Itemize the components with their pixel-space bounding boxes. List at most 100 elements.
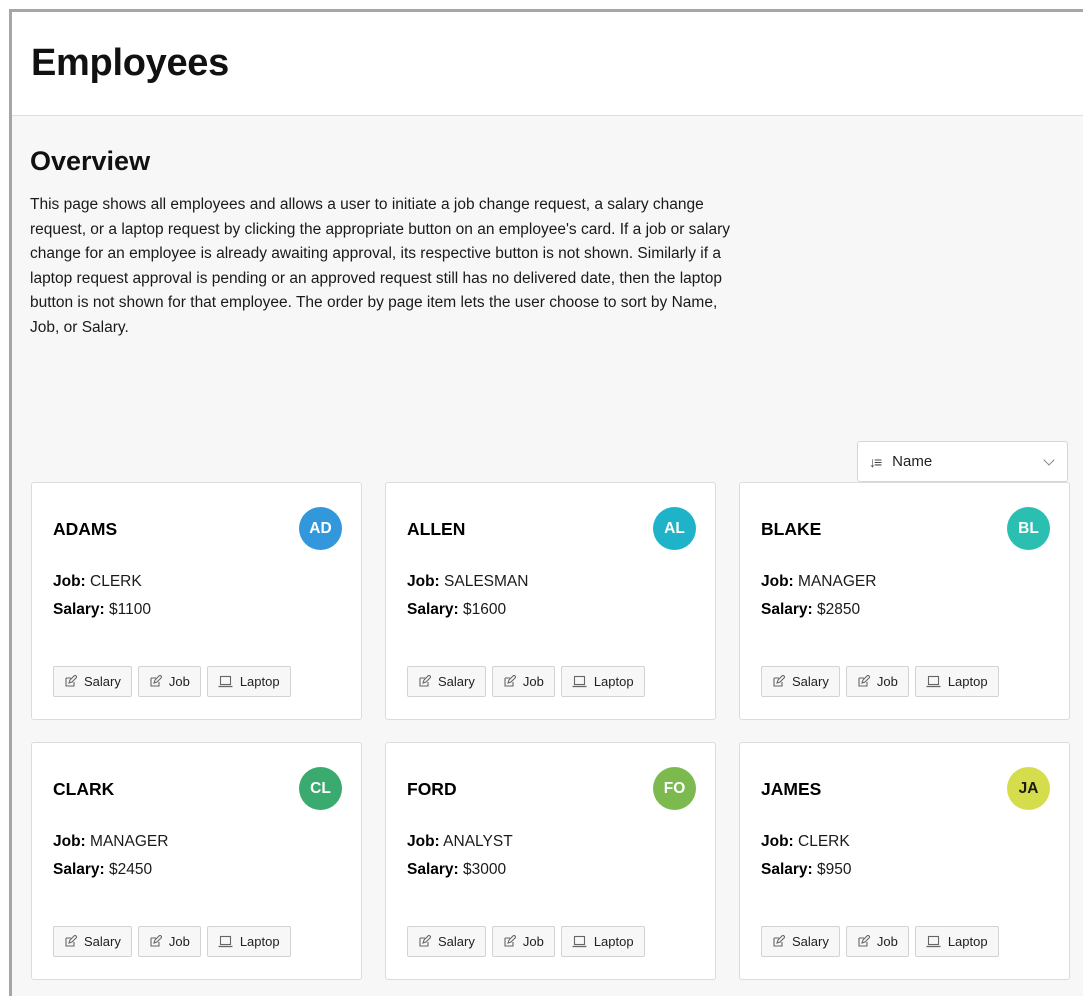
salary-change-button[interactable]: Salary [53, 666, 132, 697]
card-actions: Salary Job Laptop [407, 666, 645, 697]
order-by-select[interactable]: ↓≡ Name [857, 441, 1068, 482]
edit-icon [503, 675, 516, 688]
job-label: Job: [53, 833, 86, 850]
edit-icon [149, 935, 162, 948]
card-actions: Salary Job Laptop [761, 926, 999, 957]
job-change-button[interactable]: Job [845, 666, 909, 697]
edit-icon [772, 935, 785, 948]
laptop-request-button[interactable]: Laptop [206, 666, 291, 697]
page-frame: Employees Overview This page shows all e… [9, 9, 1083, 996]
job-value: CLERK [798, 833, 850, 850]
avatar: AD [299, 507, 342, 550]
job-line: Job: ANALYST [407, 833, 513, 851]
job-label: Job: [761, 573, 794, 590]
salary-value: $1600 [463, 601, 507, 618]
employee-name: ADAMS [53, 519, 118, 539]
employee-name: CLARK [53, 779, 115, 799]
salary-line: Salary: $950 [761, 861, 852, 879]
employee-card: JAMES JA Job: CLERK Salary: $950 Salary Job La… [739, 742, 1070, 980]
laptop-request-button[interactable]: Laptop [560, 666, 645, 697]
order-by-selected-value: Name [892, 453, 933, 470]
job-change-button[interactable]: Job [137, 926, 201, 957]
employee-name: ALLEN [407, 519, 466, 539]
avatar: CL [299, 767, 342, 810]
job-change-button[interactable]: Job [491, 666, 555, 697]
employee-card: BLAKE BL Job: MANAGER Salary: $2850 Salary Jo… [739, 482, 1070, 720]
avatar: JA [1007, 767, 1050, 810]
job-change-button[interactable]: Job [845, 926, 909, 957]
job-value: SALESMAN [444, 573, 529, 590]
job-button-label: Job [522, 934, 544, 949]
salary-button-label: Salary [84, 934, 121, 949]
avatar: AL [653, 507, 696, 550]
edit-icon [149, 675, 162, 688]
salary-change-button[interactable]: Salary [407, 666, 486, 697]
card-actions: Salary Job Laptop [761, 666, 999, 697]
laptop-icon [218, 675, 233, 688]
edit-icon [418, 675, 431, 688]
employee-card: CLARK CL Job: MANAGER Salary: $2450 Salary Jo… [31, 742, 362, 980]
salary-change-button[interactable]: Salary [53, 926, 132, 957]
edit-icon [64, 675, 77, 688]
job-value: CLERK [90, 573, 142, 590]
laptop-request-button[interactable]: Laptop [206, 926, 291, 957]
salary-change-button[interactable]: Salary [761, 926, 840, 957]
edit-icon [64, 935, 77, 948]
salary-value: $2850 [817, 601, 861, 618]
salary-change-button[interactable]: Salary [761, 666, 840, 697]
salary-line: Salary: $2450 [53, 861, 152, 879]
job-button-label: Job [876, 934, 898, 949]
job-label: Job: [407, 833, 440, 850]
salary-button-label: Salary [792, 674, 829, 689]
salary-label: Salary: [761, 861, 813, 878]
sort-descending-icon: ↓≡ [869, 453, 882, 470]
job-change-button[interactable]: Job [491, 926, 555, 957]
laptop-request-button[interactable]: Laptop [914, 926, 999, 957]
job-button-label: Job [168, 934, 190, 949]
overview-region: Overview This page shows all employees a… [12, 116, 1083, 482]
chevron-down-icon [1043, 454, 1055, 466]
edit-icon [857, 935, 870, 948]
job-button-label: Job [168, 674, 190, 689]
salary-label: Salary: [53, 861, 105, 878]
job-line: Job: MANAGER [761, 573, 876, 591]
laptop-icon [218, 935, 233, 948]
laptop-icon [926, 675, 941, 688]
job-line: Job: MANAGER [53, 833, 168, 851]
salary-line: Salary: $2850 [761, 601, 860, 619]
job-value: ANALYST [443, 833, 513, 850]
employee-card: ADAMS AD Job: CLERK Salary: $1100 Salary Job L… [31, 482, 362, 720]
job-line: Job: CLERK [761, 833, 850, 851]
salary-value: $2450 [109, 861, 153, 878]
laptop-icon [572, 935, 587, 948]
laptop-button-label: Laptop [239, 934, 280, 949]
employee-card: ALLEN AL Job: SALESMAN Salary: $1600 Salary J… [385, 482, 716, 720]
salary-line: Salary: $1600 [407, 601, 506, 619]
job-label: Job: [407, 573, 440, 590]
avatar: FO [653, 767, 696, 810]
edit-icon [503, 935, 516, 948]
edit-icon [418, 935, 431, 948]
salary-button-label: Salary [438, 934, 475, 949]
salary-change-button[interactable]: Salary [407, 926, 486, 957]
laptop-button-label: Laptop [239, 674, 280, 689]
salary-label: Salary: [407, 601, 459, 618]
card-actions: Salary Job Laptop [53, 926, 291, 957]
job-line: Job: CLERK [53, 573, 142, 591]
job-change-button[interactable]: Job [137, 666, 201, 697]
employee-name: BLAKE [761, 519, 822, 539]
job-value: MANAGER [798, 573, 877, 590]
overview-title: Overview [30, 146, 151, 176]
laptop-request-button[interactable]: Laptop [560, 926, 645, 957]
overview-text: This page shows all employees and allows… [30, 196, 731, 336]
laptop-icon [926, 935, 941, 948]
laptop-button-label: Laptop [593, 934, 634, 949]
laptop-request-button[interactable]: Laptop [914, 666, 999, 697]
edit-icon [857, 675, 870, 688]
card-actions: Salary Job Laptop [53, 666, 291, 697]
job-line: Job: SALESMAN [407, 573, 528, 591]
salary-button-label: Salary [84, 674, 121, 689]
salary-button-label: Salary [438, 674, 475, 689]
salary-value: $950 [817, 861, 852, 878]
salary-line: Salary: $3000 [407, 861, 506, 879]
